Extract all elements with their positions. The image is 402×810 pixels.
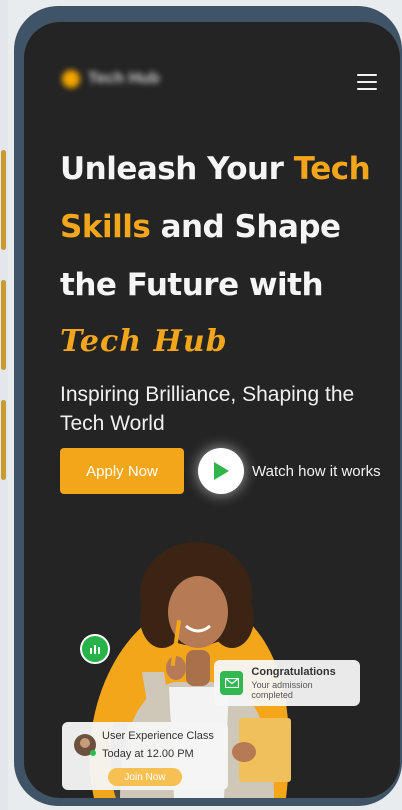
congratulations-card: Congratulations Your admission completed <box>214 660 360 706</box>
mail-icon <box>220 671 244 695</box>
edge-highlight <box>1 400 6 480</box>
watch-label: Watch how it works <box>252 462 381 480</box>
online-status-dot <box>90 750 96 756</box>
play-icon[interactable] <box>198 448 244 494</box>
menu-icon[interactable] <box>357 74 377 90</box>
logo-icon <box>62 70 80 88</box>
brand-script-title: Tech Hub <box>60 324 228 359</box>
congrats-title: Congratulations <box>251 666 336 678</box>
hero-subtitle: Inspiring Brilliance, Shaping the Tech W… <box>60 383 355 435</box>
apply-now-button[interactable]: Apply Now <box>60 448 184 494</box>
class-time: Today at 12.00 PM <box>102 748 194 760</box>
bar-chart-icon <box>80 634 110 664</box>
headline-highlight: Skills <box>60 209 151 245</box>
brand-logo[interactable]: Tech Hub <box>62 70 160 88</box>
edge-highlight <box>1 280 6 370</box>
background-edge <box>0 0 8 810</box>
headline-highlight: Tech <box>293 151 371 187</box>
app-screen: Tech Hub Unleash Your Tech Skills and Sh… <box>24 22 400 798</box>
headline-part: the Future with <box>60 267 324 303</box>
headline-part: and Shape <box>150 209 342 245</box>
watch-video-button[interactable]: Watch how it works <box>198 448 381 494</box>
logo-text: Tech Hub <box>88 70 160 87</box>
class-card: User Experience Class Today at 12.00 PM … <box>62 722 228 790</box>
congrats-subtitle: Your admission completed <box>251 680 313 700</box>
hero-headline: Unleash Your Tech Skills and Shape the F… <box>60 140 400 314</box>
class-title: User Experience Class <box>102 730 214 742</box>
phone-frame: Tech Hub Unleash Your Tech Skills and Sh… <box>14 6 402 806</box>
edge-highlight <box>1 150 6 250</box>
headline-part: Unleash Your <box>60 151 294 187</box>
join-now-button[interactable]: Join Now <box>108 768 182 786</box>
